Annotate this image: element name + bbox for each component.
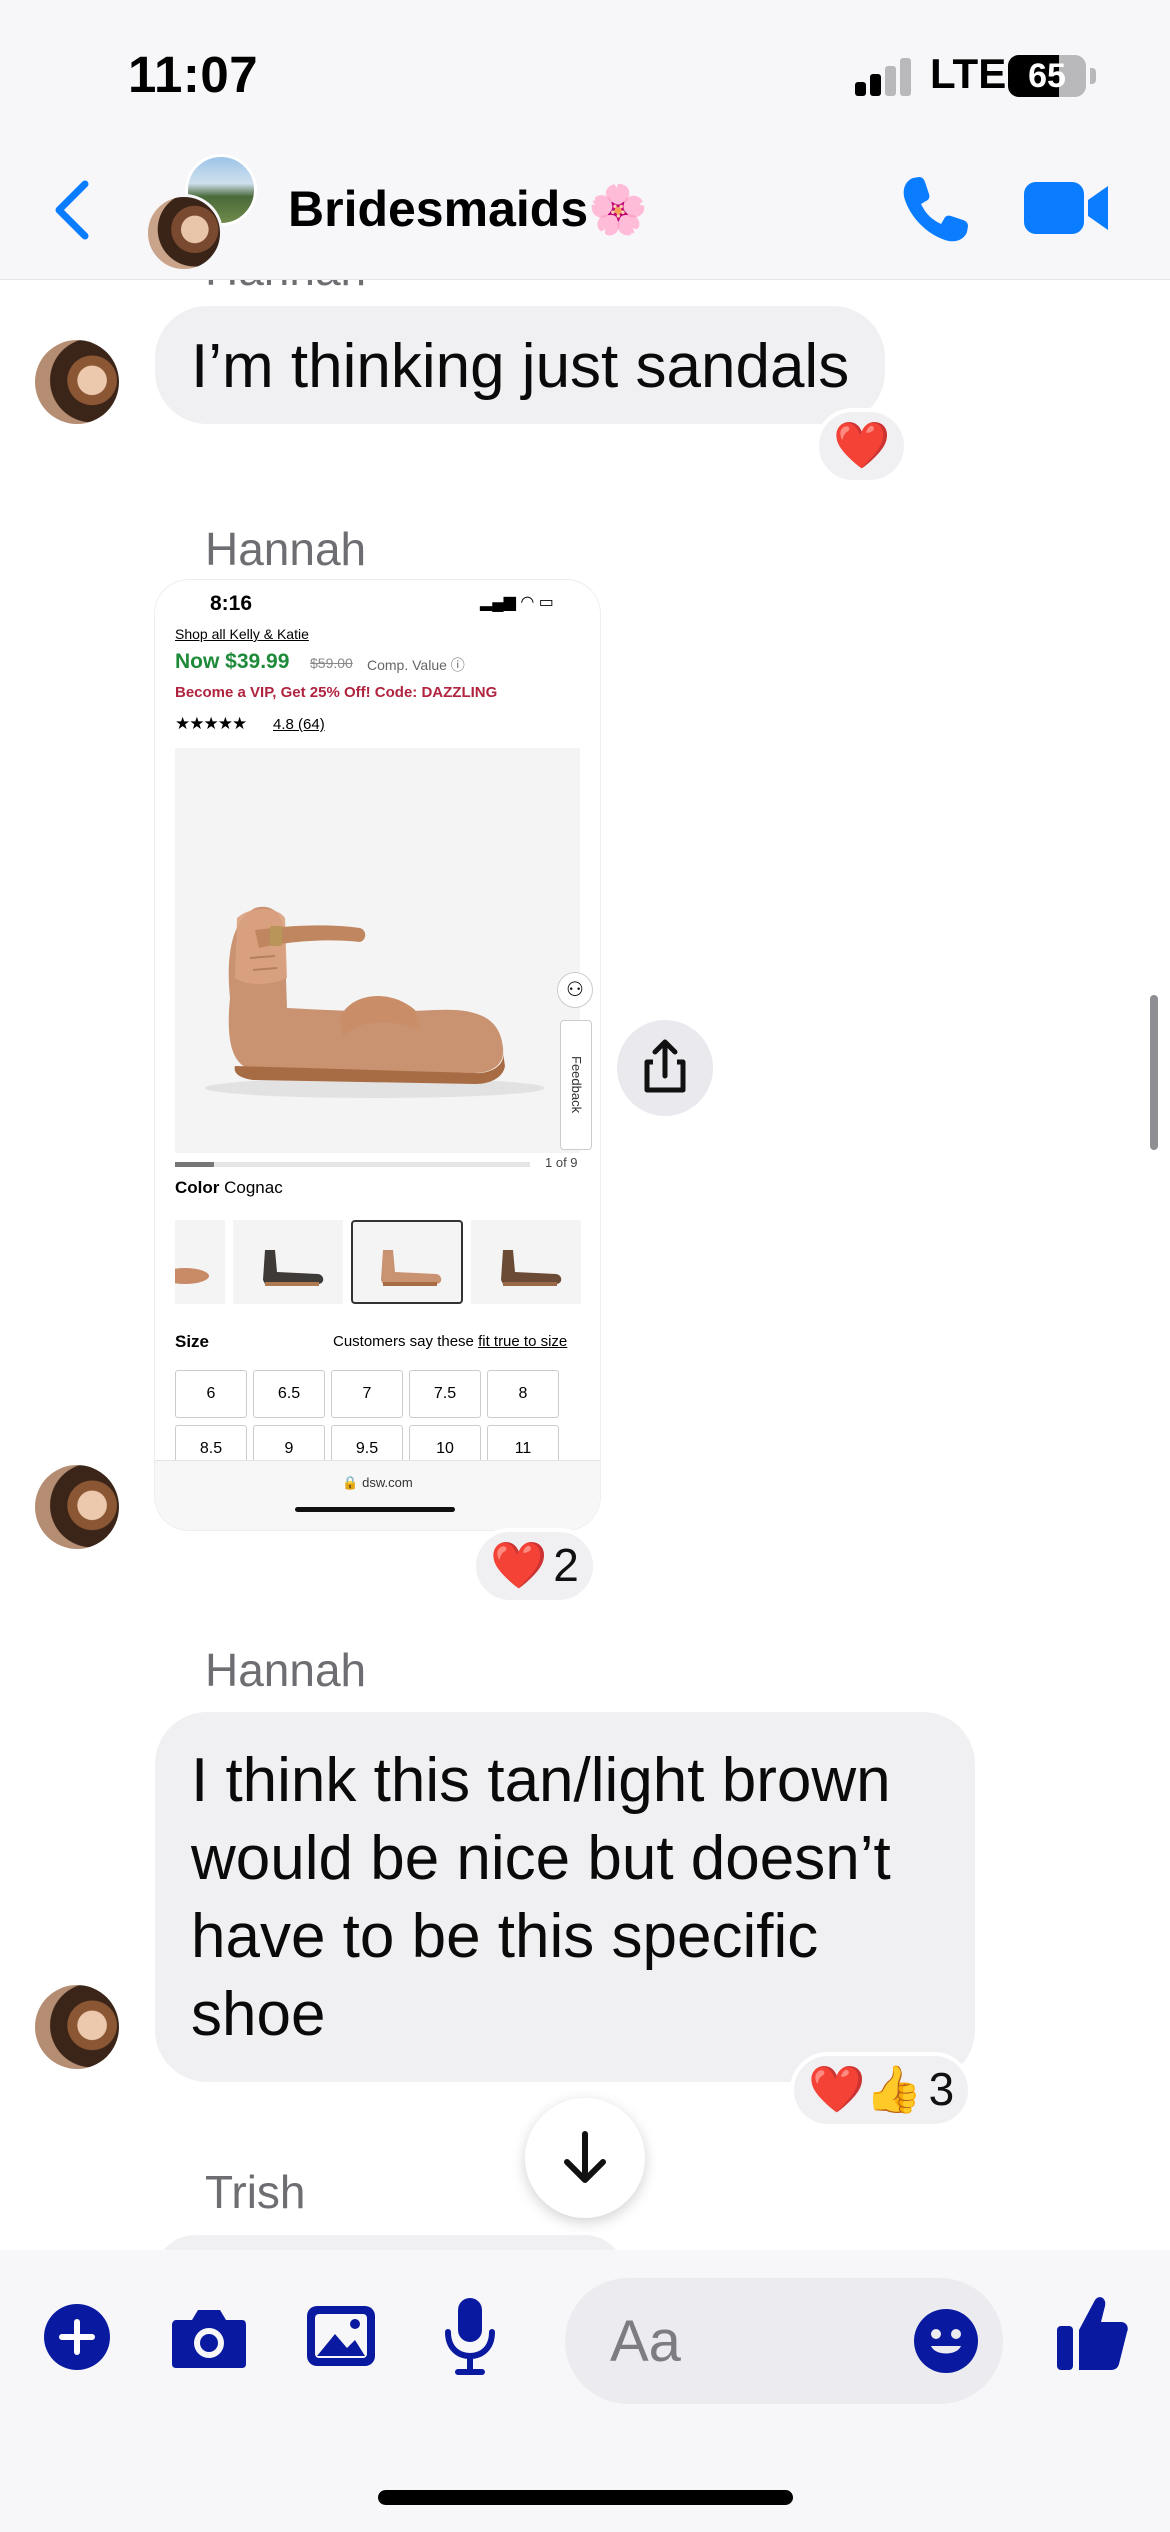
back-chevron-icon <box>55 180 89 240</box>
gallery-icon <box>307 2306 375 2366</box>
status-time: 11:07 <box>128 46 259 103</box>
microphone-icon <box>445 2298 495 2375</box>
screenshot-price: Now $39.99 <box>175 650 290 673</box>
scroll-to-bottom-button[interactable] <box>525 2098 645 2218</box>
message-composer: Aa <box>0 2250 1170 2532</box>
home-indicator <box>378 2490 793 2505</box>
message-input-placeholder: Aa <box>610 2309 681 2374</box>
size-option: 6 <box>175 1370 247 1418</box>
back-button[interactable] <box>45 170 105 250</box>
avatar[interactable] <box>35 1465 119 1549</box>
swatch-shoe-icon <box>263 1250 324 1286</box>
battery-cap <box>1090 68 1096 84</box>
conversation-header: Bridesmaids🌸 <box>0 140 1170 280</box>
screenshot-url: 🔒 dsw.com <box>342 1475 413 1490</box>
reaction-count: 3 <box>928 2063 955 2115</box>
like-button[interactable] <box>1055 2292 1129 2377</box>
sandal-illustration <box>205 906 545 1098</box>
screenshot-home-indicator <box>295 1507 455 1512</box>
screenshot-old-price: $59.00 <box>310 655 353 671</box>
size-option: 6.5 <box>253 1370 325 1418</box>
screenshot-page-indicator: 1 of 9 <box>545 1155 578 1170</box>
screenshot-feedback-tab: Feedback <box>560 1020 592 1150</box>
screenshot-stars: ★★★★★ <box>175 714 247 733</box>
share-icon <box>644 1039 686 1093</box>
sender-name: Trish <box>205 2166 306 2218</box>
thumbs-up-icon <box>1057 2297 1128 2370</box>
camera-icon <box>172 2310 246 2368</box>
size-option: 8 <box>487 1370 559 1418</box>
clipped-sender-name: Hannah <box>205 280 366 296</box>
plus-icon <box>44 2304 110 2370</box>
voice-button[interactable] <box>440 2294 500 2383</box>
message-list[interactable]: Hannah I’m thinking just sandals ❤️ Hann… <box>0 280 1170 2250</box>
video-camera-icon <box>1024 182 1108 234</box>
screenshot-size-title: Size <box>175 1332 210 1351</box>
message-reaction[interactable]: ❤️👍 3 <box>790 2052 973 2128</box>
screenshot-url-bar: 🔒 dsw.com <box>155 1460 600 1530</box>
image-progress-bar <box>175 1162 530 1167</box>
screenshot-shop-link: Shop all Kelly & Katie <box>175 626 309 642</box>
message-reaction[interactable]: ❤️ 2 <box>472 1528 597 1604</box>
message-reaction[interactable]: ❤️ <box>815 408 909 484</box>
emoji-button[interactable] <box>913 2308 979 2374</box>
scroll-indicator[interactable] <box>1150 995 1158 1150</box>
size-note-text: Customers say these <box>333 1333 479 1350</box>
phone-icon <box>903 177 968 242</box>
color-label: Color <box>175 1178 220 1197</box>
status-bar: 11:07 LTE 65 <box>0 0 1170 150</box>
emoji-icon <box>914 2309 978 2373</box>
group-emoji: 🌸 <box>588 184 648 237</box>
screenshot-size-note: Customers say these fit true to size <box>333 1333 567 1350</box>
group-name: Bridesmaids <box>288 181 589 237</box>
color-swatch <box>161 1220 225 1304</box>
reaction-emoji: ❤️ <box>490 1539 548 1591</box>
size-option: 7.5 <box>409 1370 481 1418</box>
color-swatch-selected <box>351 1220 463 1304</box>
reaction-count: 2 <box>553 1539 579 1591</box>
camera-button[interactable] <box>170 2302 248 2377</box>
swatch-shoe-icon <box>501 1250 562 1286</box>
reaction-emoji: ❤️👍 <box>808 2063 923 2115</box>
audio-call-button[interactable] <box>895 170 975 250</box>
size-note-link: fit true to size <box>478 1333 568 1350</box>
swatch-shoe-icon <box>381 1250 442 1286</box>
message-bubble[interactable]: I think this tan/light brown would be ni… <box>155 1712 975 2082</box>
group-avatar-photo-front <box>145 194 223 272</box>
share-button[interactable] <box>617 1020 713 1116</box>
avatar[interactable] <box>35 1985 119 2069</box>
color-value: Cognac <box>224 1178 283 1197</box>
add-button[interactable] <box>42 2302 112 2377</box>
size-option: 7 <box>331 1370 403 1418</box>
screenshot-status-icons: ▂▄▆ ◠ ▭ <box>480 594 554 611</box>
screenshot-time: 8:16 <box>210 592 253 615</box>
accessibility-icon: ⚇ <box>557 972 593 1008</box>
conversation-title[interactable]: Bridesmaids🌸 <box>288 180 648 238</box>
swatch-shoe-icon <box>161 1268 209 1284</box>
sender-name: Hannah <box>205 523 367 575</box>
shared-screenshot[interactable]: 8:16 ▂▄▆ ◠ ▭ Shop all Kelly & Katie Now … <box>155 580 600 1530</box>
gallery-button[interactable] <box>305 2300 377 2377</box>
screenshot-color-row: Color Cognac <box>175 1178 283 1198</box>
network-type: LTE <box>930 50 1007 97</box>
sender-name: Hannah <box>205 1644 367 1696</box>
sandal-product-image <box>175 748 580 1153</box>
group-avatar[interactable] <box>145 154 265 272</box>
screenshot-rating: 4.8 (64) <box>273 716 325 733</box>
video-call-button[interactable] <box>1022 178 1112 238</box>
avatar[interactable] <box>35 340 119 424</box>
reaction-emoji: ❤️ <box>833 419 891 471</box>
screenshot-comp-value: Comp. Value ⓘ <box>367 657 465 673</box>
color-swatch <box>233 1220 343 1304</box>
battery-level: 65 <box>1028 57 1066 95</box>
screenshot-promo: Become a VIP, Get 25% Off! Code: DAZZLIN… <box>175 684 498 701</box>
arrow-down-icon <box>564 2131 606 2183</box>
message-bubble-partial[interactable] <box>155 2235 625 2250</box>
battery-icon: 65 <box>1008 55 1086 97</box>
color-swatch <box>471 1220 581 1304</box>
message-bubble[interactable]: I’m thinking just sandals <box>155 306 886 424</box>
signal-strength-icon <box>855 58 915 96</box>
image-progress-fill <box>175 1162 215 1167</box>
message-input[interactable]: Aa <box>565 2278 1003 2404</box>
